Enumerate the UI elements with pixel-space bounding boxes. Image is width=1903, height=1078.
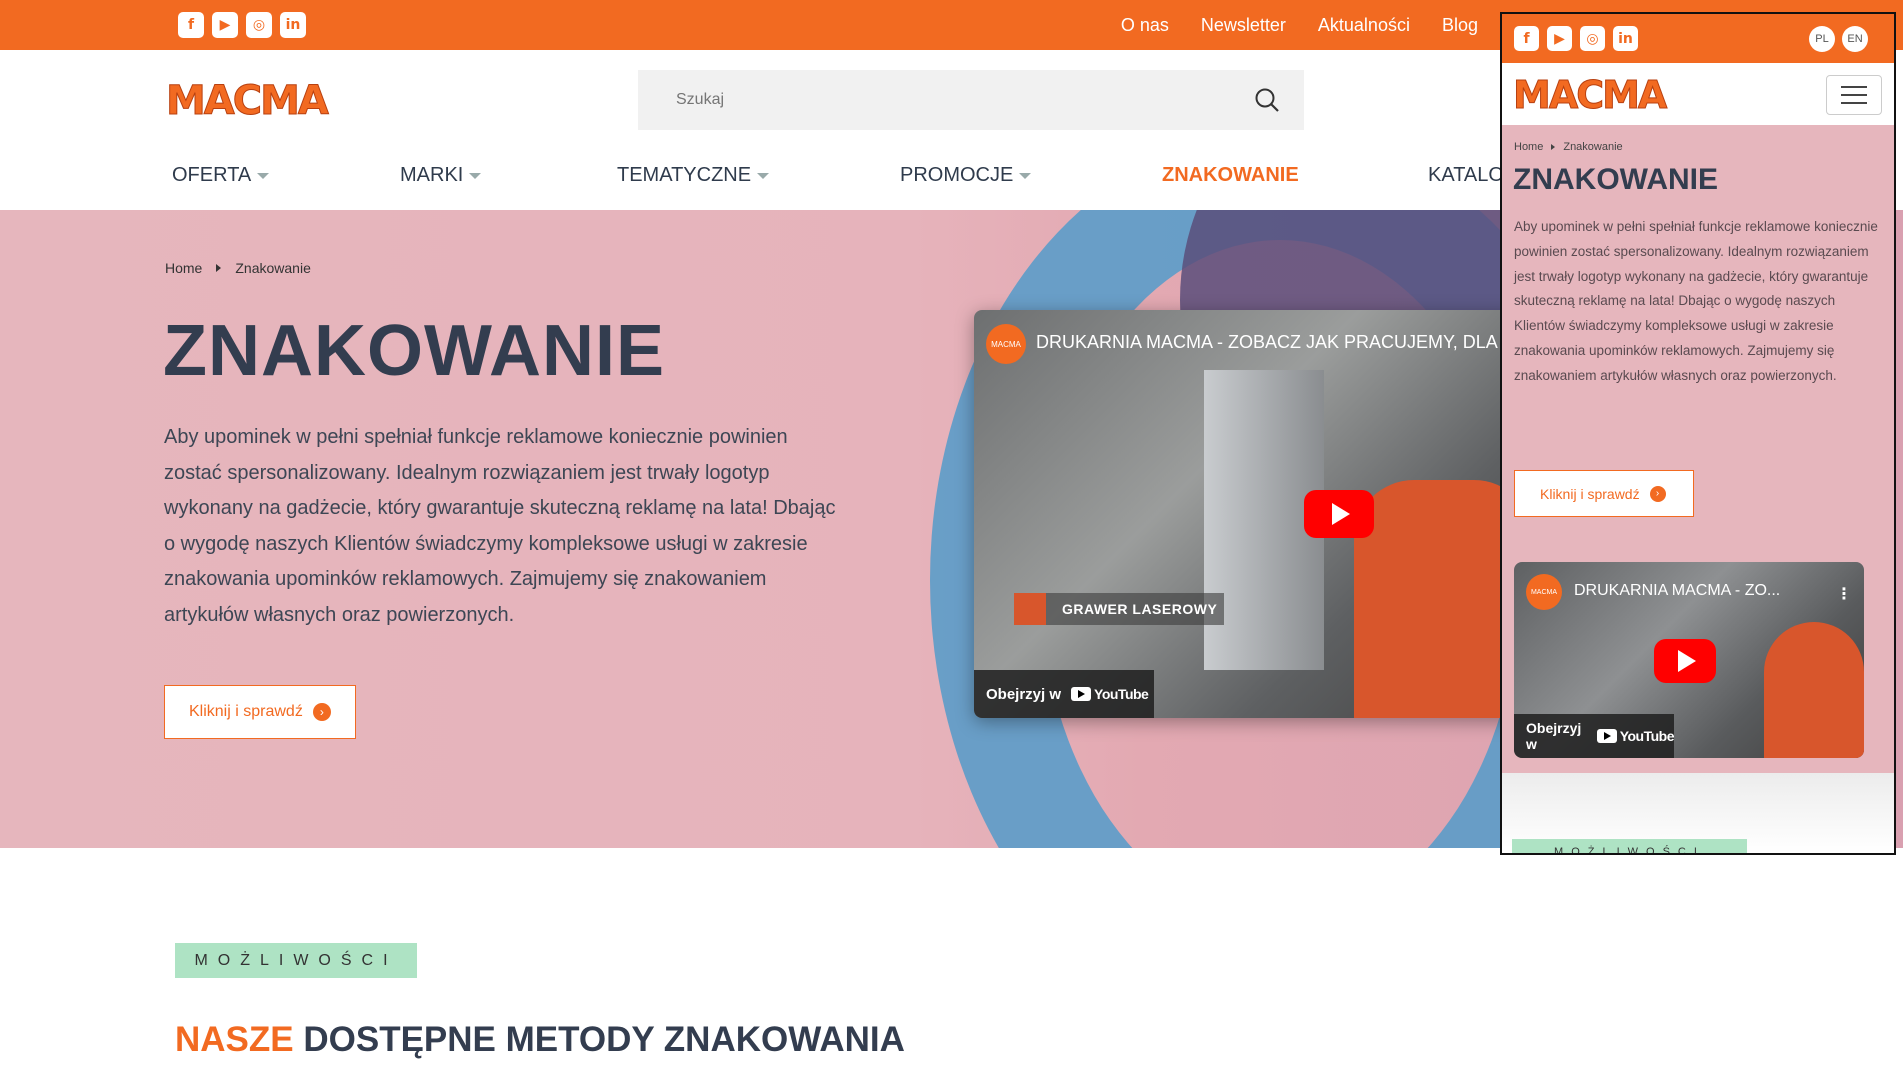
more-options-icon[interactable]: ⋮ [1836,584,1852,604]
mobile-section-tag: MOŻLIWOŚCI [1512,839,1747,853]
nav-tematyczne-label: TEMATYCZNE [617,164,752,186]
linkedin-icon[interactable]: in [280,12,306,38]
mobile-page-title: ZNAKOWANIE [1513,163,1718,196]
nav-katalogi[interactable]: KATALO [1428,164,1504,187]
breadcrumb-arrow-icon [216,264,222,272]
chevron-down-icon [1019,172,1032,179]
macma-logo[interactable]: MACMA [164,80,344,120]
youtube-logo: YouTube [1071,686,1149,702]
page-title: ZNAKOWANIE [163,311,665,391]
mobile-breadcrumb: Home Znakowanie [1514,141,1623,153]
breadcrumb-current: Znakowanie [1563,141,1623,153]
mobile-cta-button[interactable]: Kliknij i sprawdź › [1514,470,1694,517]
search-box [638,70,1304,130]
section-title-rest: DOSTĘPNE METODY ZNAKOWANIA [293,1020,905,1059]
breadcrumb: Home Znakowanie [165,260,311,276]
play-button-icon[interactable] [1304,490,1374,538]
chevron-down-icon [257,172,270,179]
topnav-newsletter[interactable]: Newsletter [1201,15,1286,36]
topnav-blog[interactable]: Blog [1442,15,1478,36]
social-links: f ▶ ◎ in [178,12,306,38]
video-thumbnail-person [1764,622,1864,758]
nav-oferta[interactable]: OFERTA [172,164,270,187]
cta-button[interactable]: Kliknij i sprawdź › [164,685,356,739]
watch-on-youtube[interactable]: Obejrzyj w YouTube [974,670,1154,718]
mobile-logo-text: MACMA [1513,75,1668,113]
breadcrumb-home[interactable]: Home [165,260,202,276]
hero-lead: Aby upominek w pełni spełniał funkcje re… [164,426,836,626]
logo-text: MACMA [166,80,329,120]
facebook-icon[interactable]: f [178,12,204,38]
video-title[interactable]: DRUKARNIA MACMA - ZO... [1574,582,1780,600]
topnav-news[interactable]: Aktualności [1318,15,1410,36]
mobile-preview: f ▶ ◎ in PL EN MACMA Home Znakowanie ZNA… [1500,12,1896,855]
lang-en-button[interactable]: EN [1842,26,1868,52]
mobile-hero-lead: Aby upominek w pełni spełniał funkcje re… [1514,219,1878,383]
nav-marki-label: MARKI [400,164,464,186]
section-title-highlight: NASZE [175,1020,294,1059]
hamburger-menu-icon[interactable] [1826,75,1882,115]
video-embed[interactable]: MACMA DRUKARNIA MACMA - ZOBACZ JAK PRACU… [974,310,1534,718]
facebook-icon[interactable]: f [1514,26,1539,51]
video-title[interactable]: DRUKARNIA MACMA - ZOBACZ JAK PRACUJEMY, … [1036,332,1532,353]
mobile-hero: Home Znakowanie ZNAKOWANIE Aby upominek … [1502,125,1894,773]
arrow-right-icon: › [1649,485,1666,502]
chevron-down-icon [757,172,770,179]
search-icon[interactable] [1254,87,1280,113]
lang-pl-button[interactable]: PL [1809,26,1835,52]
nav-promocje-label: PROMOCJE [900,164,1014,186]
youtube-icon[interactable]: ▶ [212,12,238,38]
top-nav: O nas Newsletter Aktualności Blog [1121,0,1478,50]
breadcrumb-arrow-icon [1551,144,1556,150]
section-title: NASZE DOSTĘPNE METODY ZNAKOWANIA [175,1020,905,1060]
watch-label: Obejrzyj w [986,685,1062,703]
macma-logo[interactable]: MACMA [1512,75,1694,113]
instagram-icon[interactable]: ◎ [1580,26,1605,51]
section-tag: MOŻLIWOŚCI [175,943,417,978]
mobile-video-embed[interactable]: MACMA DRUKARNIA MACMA - ZO... ⋮ Obejrzyj… [1514,562,1864,758]
breadcrumb-current: Znakowanie [235,260,311,276]
channel-avatar[interactable]: MACMA [986,324,1026,364]
youtube-icon [1071,687,1092,701]
mobile-social-links: f ▶ ◎ in [1514,26,1638,51]
nav-tematyczne[interactable]: TEMATYCZNE [617,164,770,187]
arrow-right-icon: › [312,703,331,721]
breadcrumb-home[interactable]: Home [1514,141,1543,153]
nav-promocje[interactable]: PROMOCJE [900,164,1032,187]
page: f ▶ ◎ in O nas Newsletter Aktualności Bl… [0,0,1903,1078]
youtube-logo: YouTube [1596,728,1675,744]
instagram-icon[interactable]: ◎ [246,12,272,38]
search-input[interactable] [638,70,1238,130]
cta-button-label: Kliknij i sprawdź [189,703,303,720]
topnav-about[interactable]: O nas [1121,15,1169,36]
channel-avatar[interactable]: MACMA [1526,574,1562,610]
watch-label: Obejrzyj w [1526,720,1582,752]
linkedin-icon[interactable]: in [1613,26,1638,51]
nav-oferta-label: OFERTA [172,164,252,186]
youtube-icon [1596,729,1617,743]
play-button-icon[interactable] [1654,639,1716,683]
youtube-wordmark: YouTube [1619,728,1675,744]
mobile-header: MACMA [1502,63,1894,125]
nav-marki[interactable]: MARKI [400,164,482,187]
youtube-wordmark: YouTube [1094,686,1149,702]
video-caption: GRAWER LASEROWY [1014,593,1224,625]
mobile-top-bar: f ▶ ◎ in PL EN [1502,14,1894,63]
youtube-icon[interactable]: ▶ [1547,26,1572,51]
cta-button-label: Kliknij i sprawdź [1540,485,1640,502]
chevron-down-icon [469,172,482,179]
watch-on-youtube[interactable]: Obejrzyj w YouTube [1514,714,1675,758]
nav-znakowanie[interactable]: ZNAKOWANIE [1162,164,1299,187]
